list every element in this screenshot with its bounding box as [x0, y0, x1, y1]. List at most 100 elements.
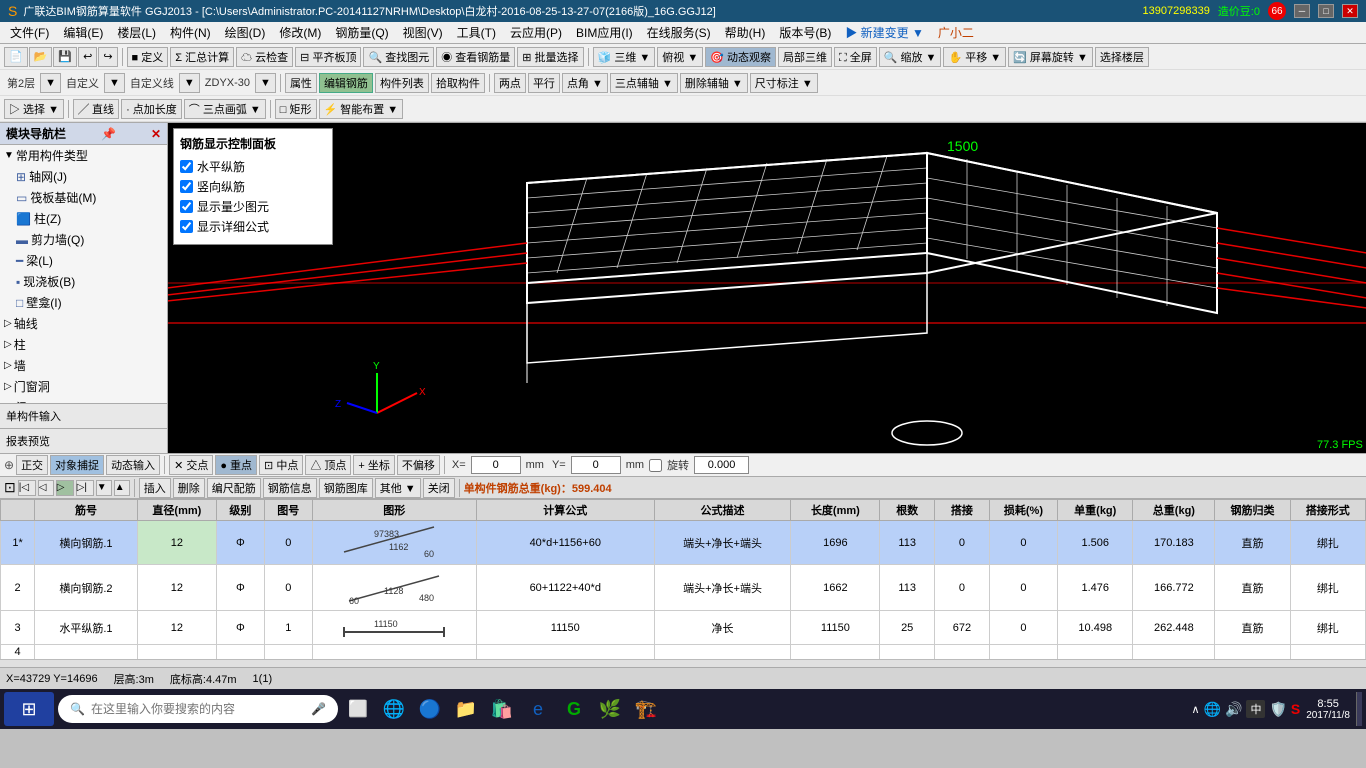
- rotate-input[interactable]: [694, 456, 749, 474]
- btn-rebar-lib[interactable]: 钢筋图库: [319, 478, 373, 498]
- btn-view-rebar[interactable]: ◉ 查看钢筋量: [436, 47, 515, 67]
- btn-orthogonal[interactable]: 正交: [16, 455, 48, 475]
- item-niche[interactable]: □ 壁龛(I): [12, 292, 167, 313]
- start-button[interactable]: ⊞: [4, 692, 54, 726]
- btn-single-input[interactable]: 单构件输入: [0, 403, 167, 428]
- section-opening[interactable]: ▷ 门窗洞: [0, 376, 167, 397]
- maximize-button[interactable]: □: [1318, 4, 1334, 18]
- menu-tools[interactable]: 工具(T): [451, 22, 502, 43]
- dropdown-linetype[interactable]: ▼: [179, 73, 200, 93]
- btn-rect[interactable]: □ 矩形: [275, 99, 317, 119]
- time-display[interactable]: 8:55 2017/11/8: [1306, 698, 1350, 721]
- check-show-detail[interactable]: [180, 220, 193, 233]
- taskbar-icon-store[interactable]: 🛍️: [486, 693, 518, 725]
- btn-midpoint[interactable]: ⊡ 中点: [259, 455, 303, 475]
- show-desktop-btn[interactable]: [1356, 692, 1362, 726]
- menu-edit[interactable]: 编辑(E): [57, 22, 109, 43]
- section-axisline[interactable]: ▷ 轴线: [0, 313, 167, 334]
- btn-endpoint[interactable]: ● 重点: [215, 455, 257, 475]
- btn-local-3d[interactable]: 局部三维: [778, 47, 832, 67]
- menu-component[interactable]: 构件(N): [164, 22, 217, 43]
- taskbar-icon-task-view[interactable]: ⬜: [342, 693, 374, 725]
- menu-floor[interactable]: 楼层(L): [111, 22, 162, 43]
- taskbar-icon-g[interactable]: G: [558, 693, 590, 725]
- item-column[interactable]: 🟦 柱(Z): [12, 208, 167, 229]
- item-axisnet[interactable]: ⊞ 轴网(J): [12, 166, 167, 187]
- btn-smart-layout[interactable]: ⚡ 智能布置 ▼: [319, 99, 404, 119]
- btn-find-element[interactable]: 🔍 查找图元: [363, 47, 434, 67]
- menu-guangxiao[interactable]: 广小二: [932, 22, 980, 43]
- btn-delete-aux[interactable]: 删除辅轴 ▼: [680, 73, 748, 93]
- close-button[interactable]: ✕: [1342, 4, 1358, 18]
- btn-snap-object[interactable]: 对象捕捉: [50, 455, 104, 475]
- tray-network[interactable]: 🌐: [1204, 701, 1221, 718]
- tray-arrow[interactable]: ∧: [1192, 703, 1200, 716]
- menu-rebar-qty[interactable]: 钢筋量(Q): [329, 22, 394, 43]
- btn-align-top[interactable]: ⊟ 平齐板顶: [295, 47, 361, 67]
- btn-calculate[interactable]: Σ 汇总计算: [170, 47, 234, 67]
- btn-screen-rotate[interactable]: 🔄 屏幕旋转 ▼: [1008, 47, 1093, 67]
- menu-help[interactable]: 帮助(H): [719, 22, 772, 43]
- search-bar[interactable]: 🔍 🎤: [58, 695, 338, 723]
- btn-nav-prev[interactable]: ◁: [38, 480, 54, 496]
- btn-nav-up[interactable]: ▲: [114, 480, 130, 496]
- btn-nav-first[interactable]: |◁: [18, 480, 36, 496]
- taskbar-icon-browser1[interactable]: 🌐: [378, 693, 410, 725]
- check-show-few[interactable]: [180, 200, 193, 213]
- btn-three-point-aux[interactable]: 三点辅轴 ▼: [610, 73, 678, 93]
- taskbar-icon-browser2[interactable]: 🔵: [414, 693, 446, 725]
- btn-view-top[interactable]: 俯视 ▼: [657, 47, 703, 67]
- table-row[interactable]: 1* 横向钢筋.1 12 Φ 0 97383 1162 60 40*d+1156…: [1, 521, 1366, 565]
- x-input[interactable]: [471, 456, 521, 474]
- tray-sound[interactable]: 🔊: [1225, 701, 1242, 718]
- btn-no-offset[interactable]: 不偏移: [397, 455, 440, 475]
- btn-point-angle[interactable]: 点角 ▼: [562, 73, 608, 93]
- table-row[interactable]: 4: [1, 645, 1366, 660]
- btn-delete-row[interactable]: 删除: [173, 478, 205, 498]
- menu-new-change[interactable]: ▶ 新建变更 ▼: [839, 22, 930, 43]
- btn-3d[interactable]: 🧊 三维 ▼: [593, 47, 656, 67]
- check-horizontal[interactable]: [180, 160, 193, 173]
- btn-parallel[interactable]: 平行: [528, 73, 560, 93]
- table-row[interactable]: 2 横向钢筋.2 12 Φ 0 60 1128 480 60+1122+40*d: [1, 565, 1366, 611]
- menu-cloud[interactable]: 云应用(P): [504, 22, 568, 43]
- menu-bim[interactable]: BIM应用(I): [570, 22, 639, 43]
- btn-insert-row[interactable]: 插入: [139, 478, 171, 498]
- btn-redo[interactable]: ↪: [98, 47, 117, 67]
- btn-nav-last[interactable]: ▷|: [76, 480, 94, 496]
- btn-edit-rebar[interactable]: 编辑钢筋: [319, 73, 373, 93]
- btn-vertex[interactable]: △ 顶点: [305, 455, 351, 475]
- btn-rebar-info[interactable]: 钢筋信息: [263, 478, 317, 498]
- tray-ime[interactable]: 中: [1246, 700, 1265, 718]
- btn-arc[interactable]: ⌒ 三点画弧 ▼: [184, 99, 266, 119]
- checkbox-vertical[interactable]: 竖向纵筋: [180, 178, 326, 195]
- menu-draw[interactable]: 绘图(D): [219, 22, 272, 43]
- section-common[interactable]: ▼ 常用构件类型: [0, 145, 167, 166]
- h-scrollbar[interactable]: [0, 659, 1366, 667]
- btn-open[interactable]: 📂: [29, 47, 53, 67]
- btn-undo[interactable]: ↩: [78, 47, 97, 67]
- tray-antivirus[interactable]: 🛡️: [1269, 701, 1286, 718]
- btn-define[interactable]: ■ 定义: [127, 47, 169, 67]
- btn-coord[interactable]: + 坐标: [353, 455, 394, 475]
- item-shearwall[interactable]: ▬ 剪力墙(Q): [12, 229, 167, 250]
- btn-pick-component[interactable]: 拾取构件: [431, 73, 485, 93]
- item-raftfound[interactable]: ▭ 筏板基础(M): [12, 187, 167, 208]
- btn-select[interactable]: ▷ 选择 ▼: [4, 99, 64, 119]
- menu-modify[interactable]: 修改(M): [273, 22, 327, 43]
- btn-two-point[interactable]: 两点: [494, 73, 526, 93]
- btn-line[interactable]: ╱ 直线: [73, 99, 119, 119]
- menu-version[interactable]: 版本号(B): [773, 22, 837, 43]
- check-vertical[interactable]: [180, 180, 193, 193]
- search-input[interactable]: [91, 702, 305, 716]
- section-col[interactable]: ▷ 柱: [0, 334, 167, 355]
- taskbar-icon-globe[interactable]: 🌿: [594, 693, 626, 725]
- btn-batch-select[interactable]: ⊞ 批量选择: [517, 47, 583, 67]
- btn-report-preview[interactable]: 报表预览: [0, 428, 167, 453]
- btn-intersect[interactable]: ✕ 交点: [169, 455, 213, 475]
- item-castslab[interactable]: ▪ 现浇板(B): [12, 271, 167, 292]
- y-input[interactable]: [571, 456, 621, 474]
- dropdown-define[interactable]: ▼: [104, 73, 125, 93]
- btn-close-table[interactable]: 关闭: [423, 478, 455, 498]
- btn-dynamic-input[interactable]: 动态输入: [106, 455, 160, 475]
